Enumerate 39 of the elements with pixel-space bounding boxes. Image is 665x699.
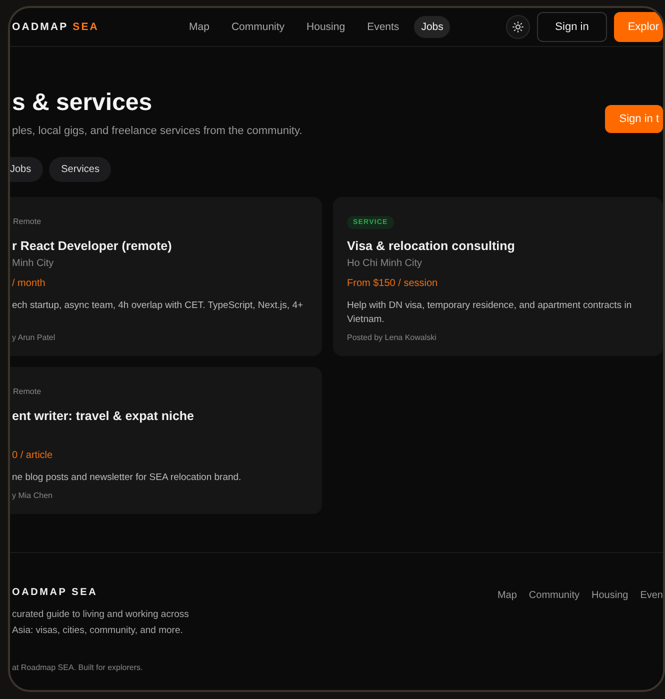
- sign-in-button[interactable]: Sign in: [537, 12, 607, 42]
- listing-price: 0 / article: [12, 450, 54, 461]
- site-logo[interactable]: OADMAP SEA: [12, 21, 176, 33]
- listing-tag: Remote: [13, 217, 42, 226]
- listing-author: y Mia Chen: [12, 491, 54, 500]
- nav-link[interactable]: Community: [224, 16, 292, 38]
- nav-link[interactable]: Events: [360, 16, 406, 38]
- listing-location: Ho Chi Minh City: [347, 258, 424, 269]
- listing-title: ent writer: travel & expat niche: [12, 409, 196, 423]
- footer-link[interactable]: Map: [497, 590, 517, 672]
- listing-title: r React Developer (remote): [12, 239, 173, 253]
- listing-description: ech startup, async team, 4h overlap with CET. TypeScript, Next.js, 4+: [12, 299, 304, 313]
- listing-author: y Arun Patel: [12, 333, 56, 342]
- footer-description: curated guide to living and working across Asia: visas, cities, community, and more.: [12, 608, 189, 638]
- listing-tag: Remote: [13, 387, 42, 396]
- footer-link[interactable]: Even: [640, 590, 663, 672]
- footer-link[interactable]: Housing: [592, 590, 628, 672]
- nav-link[interactable]: Jobs: [414, 16, 450, 38]
- page-title: s & services: [12, 89, 154, 117]
- listing-price: From $150 / session: [347, 278, 439, 289]
- nav-link[interactable]: Housing: [300, 16, 352, 38]
- listing-description: Help with DN visa, temporary residence, and apartment contracts in Vietnam.: [347, 299, 633, 327]
- filter-chip[interactable]: Services: [49, 157, 112, 182]
- listing-author: Posted by Lena Kowalski: [347, 333, 438, 342]
- listing-card[interactable]: Remote r React Developer (remote) Minh City / month ech startup, async team, 4h overlap with CET. TypeScript, Next.js, 4+ y Arun Patel: [10, 197, 322, 356]
- listing-price: / month: [12, 278, 46, 289]
- filter-chip[interactable]: Jobs: [10, 157, 44, 182]
- listing-title: Visa & relocation consulting: [347, 239, 516, 253]
- footer-link[interactable]: Community: [528, 590, 580, 672]
- footer-logo: OADMAP SEA: [12, 587, 99, 598]
- listing-description: ne blog posts and newsletter for SEA relocation brand.: [12, 471, 242, 485]
- listing-location: Minh City: [12, 258, 55, 269]
- sun-icon: [512, 21, 524, 33]
- nav-link[interactable]: Map: [182, 16, 216, 38]
- theme-toggle-button[interactable]: [506, 15, 530, 39]
- logo-accent: SEA: [72, 21, 99, 33]
- page-subtitle: ples, local gigs, and freelance services from the community.: [12, 125, 302, 137]
- listing-card[interactable]: Remote ent writer: travel & expat niche 0 / article ne blog posts and newsletter for SEA relocation brand. y Mia Chen: [10, 367, 322, 514]
- copyright-text: at Roadmap SEA. Built for explorers.: [12, 663, 144, 672]
